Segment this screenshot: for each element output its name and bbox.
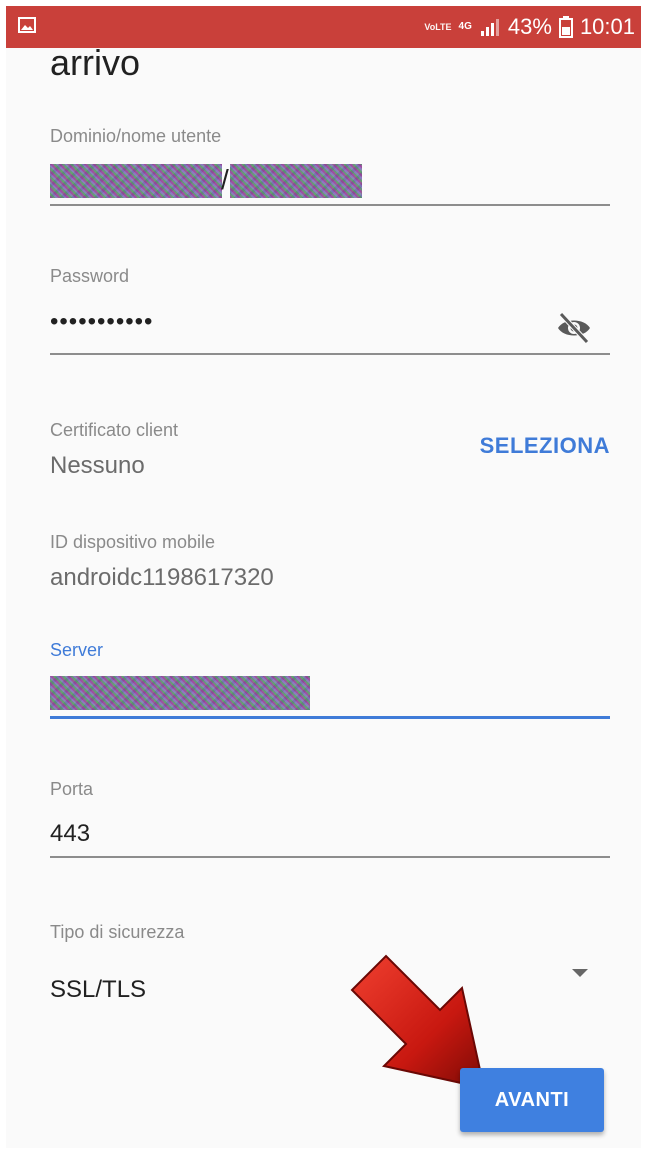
device-id-label: ID dispositivo mobile (50, 532, 216, 552)
volte-indicator: VoLTE (424, 21, 452, 32)
battery-percentage: 43% (507, 14, 552, 39)
server-label: Server (50, 640, 104, 660)
domain-user-separator: / (221, 164, 229, 195)
password-label: Password (50, 266, 130, 286)
network-type-indicator: 4G (458, 21, 472, 32)
server-field[interactable] (50, 716, 610, 719)
visibility-off-icon[interactable] (554, 310, 594, 346)
domain-redacted (50, 164, 222, 198)
security-type-label: Tipo di sicurezza (50, 922, 185, 942)
port-field[interactable]: 443 (50, 820, 90, 848)
security-type-select[interactable]: SSL/TLS (50, 976, 146, 1004)
select-certificate-button[interactable]: SELEZIONA (480, 433, 610, 459)
password-underline (50, 353, 610, 355)
image-notification-icon (18, 17, 36, 33)
domain-user-label: Dominio/nome utente (50, 126, 222, 146)
client-certificate-value: Nessuno (50, 452, 145, 479)
clock: 10:01 (579, 14, 635, 39)
domain-user-field[interactable] (50, 204, 610, 206)
port-label: Porta (50, 779, 94, 799)
battery-icon (558, 16, 573, 38)
client-certificate-label: Certificato client (50, 420, 179, 440)
dropdown-arrow-icon[interactable] (572, 969, 588, 977)
password-field[interactable]: ••••••••••• (50, 308, 153, 336)
signal-strength-icon (480, 19, 499, 36)
device-id-value: androidc1198617320 (50, 564, 274, 591)
username-redacted (230, 164, 362, 198)
screen: VoLTE 4G 43% 10:01 arrivo Dominio/nome u… (6, 6, 641, 1148)
next-button[interactable]: AVANTI (460, 1068, 604, 1132)
port-underline (50, 856, 610, 858)
server-redacted (50, 676, 310, 710)
page-title: arrivo (50, 42, 141, 83)
